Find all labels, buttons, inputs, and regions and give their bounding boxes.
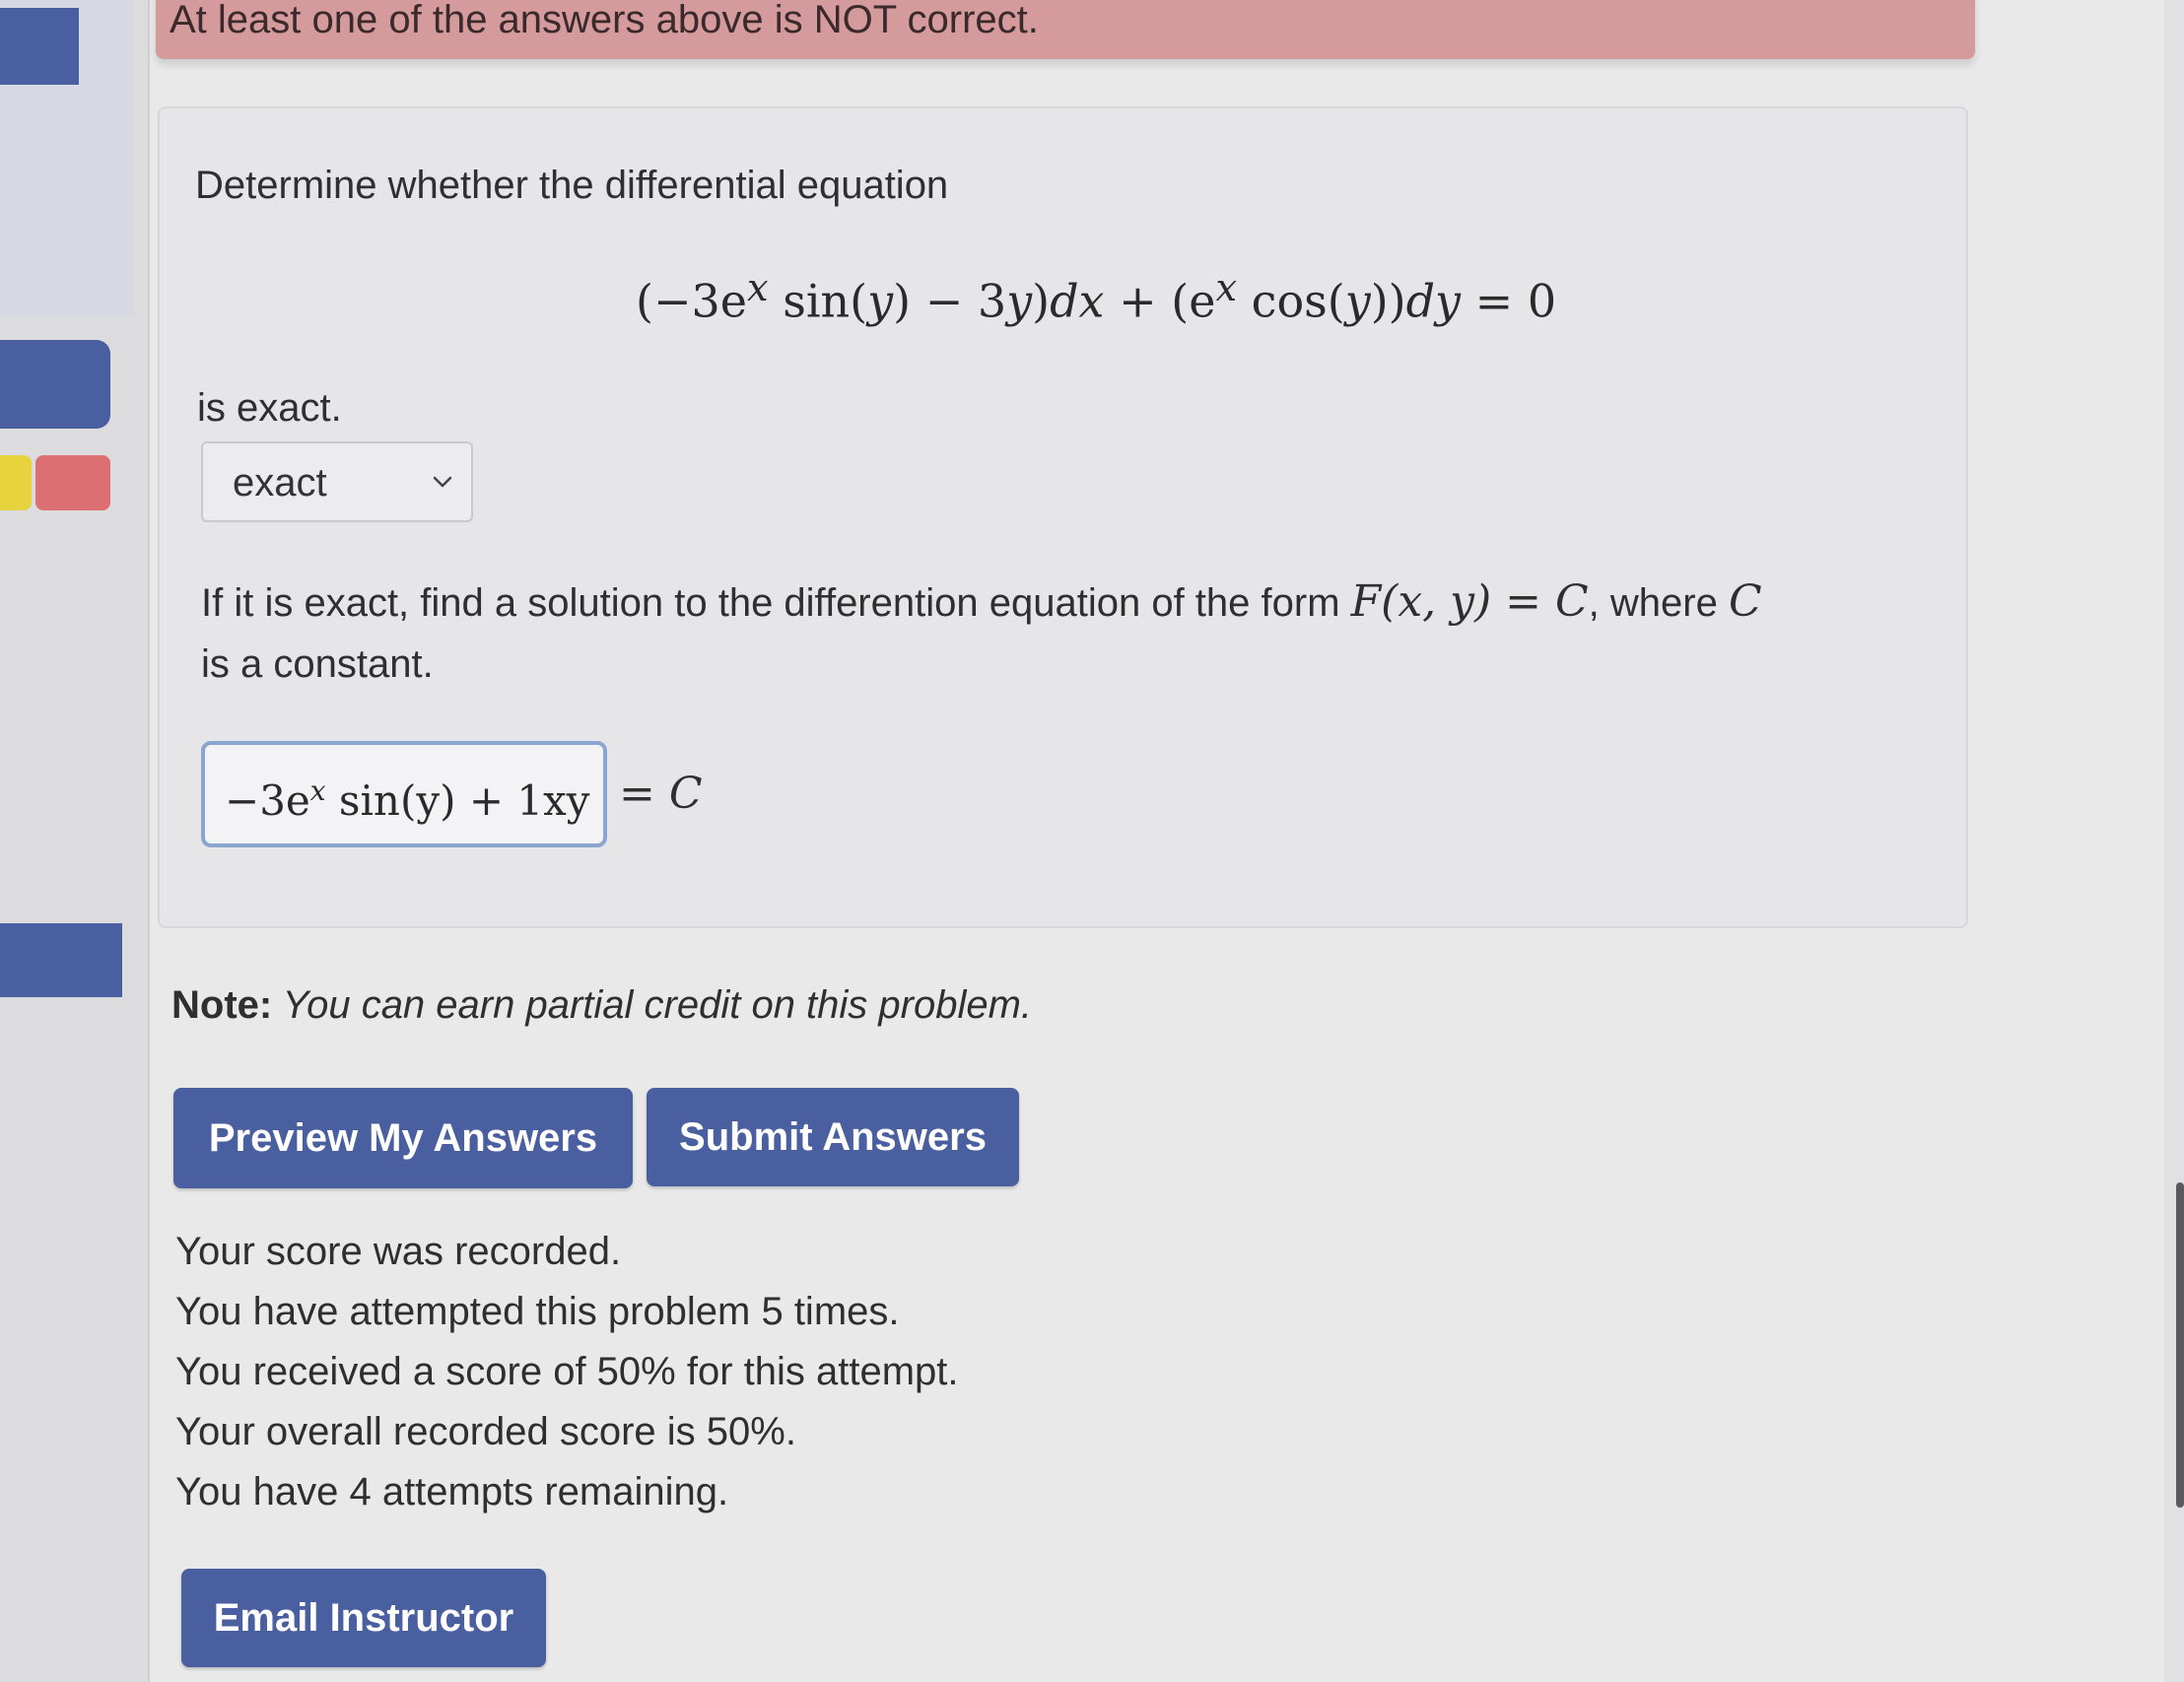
partial-credit-note: Note: You can earn partial credit on thi… xyxy=(171,983,1033,1027)
preview-answers-button[interactable]: Preview My Answers xyxy=(173,1088,633,1188)
exactness-select[interactable]: exact xyxy=(201,441,473,522)
problem-panel: Determine whether the differential equat… xyxy=(158,106,1968,928)
sidebar-nav-block-bottom[interactable] xyxy=(0,923,122,997)
answer-equals-c: = C xyxy=(619,769,703,819)
error-banner: At least one of the answers above is NOT… xyxy=(156,0,1975,59)
status-line: You have attempted this problem 5 times. xyxy=(175,1290,900,1333)
answer-input-value: −3ex sin(y) + 1xy xyxy=(225,774,590,825)
sidebar-status-red[interactable] xyxy=(35,455,110,510)
status-line: You received a score of 50% for this att… xyxy=(175,1350,959,1393)
problem-intro: Determine whether the differential equat… xyxy=(195,164,949,207)
left-sidebar xyxy=(0,0,150,1682)
sidebar-nav-block-top[interactable] xyxy=(0,8,79,85)
error-banner-message: At least one of the answers above is NOT… xyxy=(170,0,1039,41)
solution-prompt: If it is exact, find a solution to the d… xyxy=(201,576,1762,686)
chevron-down-icon xyxy=(433,476,452,488)
status-line: Your overall recorded score is 50%. xyxy=(175,1410,796,1453)
submit-answers-button[interactable]: Submit Answers xyxy=(647,1088,1019,1186)
sidebar-nav-block-middle[interactable] xyxy=(0,340,110,429)
sidebar-status-yellow[interactable] xyxy=(0,455,32,510)
email-instructor-button[interactable]: Email Instructor xyxy=(181,1569,546,1667)
score-status: Your score was recorded. You have attemp… xyxy=(175,1222,959,1522)
differential-equation: (−3ex sin(y) − 3y)dx + (ex cos(y))dy = 0 xyxy=(636,266,1557,328)
exactness-select-value: exact xyxy=(233,461,327,505)
status-line: Your score was recorded. xyxy=(175,1230,622,1273)
status-line: You have 4 attempts remaining. xyxy=(175,1470,729,1514)
scrollbar-thumb[interactable] xyxy=(2176,1182,2184,1508)
is-exact-label: is exact. xyxy=(197,386,342,430)
answer-input[interactable]: −3ex sin(y) + 1xy xyxy=(201,741,607,847)
